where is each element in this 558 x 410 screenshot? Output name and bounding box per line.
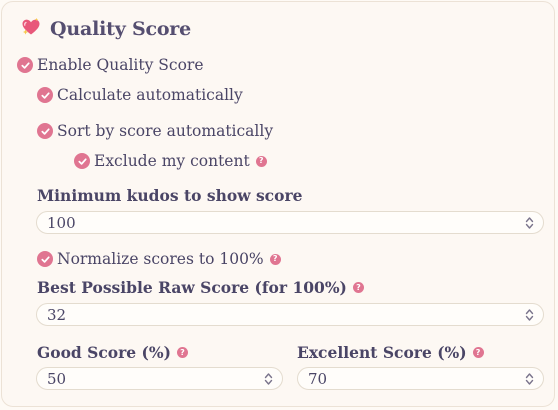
checkmark-icon: [37, 251, 53, 267]
help-icon[interactable]: ?: [269, 253, 281, 265]
best-raw-score-input[interactable]: 32: [36, 303, 544, 326]
section-header: Quality Score: [21, 16, 191, 42]
good-score-label: Good Score (%) ?: [37, 343, 188, 362]
sort-by-score-label: Sort by score automatically: [57, 122, 274, 140]
min-kudos-input[interactable]: 100: [36, 211, 544, 234]
excellent-score-value: 70: [308, 369, 328, 388]
min-kudos-label: Minimum kudos to show score: [37, 186, 302, 205]
help-icon[interactable]: ?: [255, 155, 267, 167]
good-score-input[interactable]: 50: [36, 367, 283, 390]
excellent-score-label: Excellent Score (%) ?: [297, 343, 484, 362]
sort-by-score-checkbox[interactable]: Sort by score automatically: [37, 122, 273, 140]
spinner-arrows-icon[interactable]: [525, 216, 534, 230]
min-kudos-value: 100: [47, 213, 76, 232]
section-title: Quality Score: [50, 18, 192, 40]
excellent-score-input[interactable]: 70: [297, 367, 544, 390]
exclude-my-content-checkbox[interactable]: Exclude my content ?: [74, 152, 267, 170]
good-score-label-text: Good Score (%): [37, 343, 171, 362]
quality-score-panel: Quality Score Enable Quality Score Calcu…: [1, 1, 555, 407]
checkmark-icon: [17, 57, 33, 73]
enable-quality-score-checkbox[interactable]: Enable Quality Score: [17, 56, 204, 74]
spinner-arrows-icon[interactable]: [525, 308, 534, 322]
best-raw-score-label-text: Best Possible Raw Score (for 100%): [37, 278, 347, 297]
best-raw-score-label: Best Possible Raw Score (for 100%) ?: [37, 278, 364, 297]
help-icon[interactable]: ?: [472, 347, 484, 358]
checkmark-icon: [74, 153, 90, 169]
good-score-value: 50: [47, 369, 67, 388]
min-kudos-label-text: Minimum kudos to show score: [37, 186, 303, 205]
checkmark-icon: [37, 87, 53, 103]
calculate-automatically-checkbox[interactable]: Calculate automatically: [37, 86, 243, 104]
checkmark-icon: [37, 123, 53, 139]
normalize-scores-label: Normalize scores to 100%: [57, 250, 264, 268]
exclude-my-content-label: Exclude my content: [94, 152, 250, 170]
normalize-scores-checkbox[interactable]: Normalize scores to 100% ?: [37, 250, 281, 268]
spinner-arrows-icon[interactable]: [525, 372, 534, 386]
enable-quality-score-label: Enable Quality Score: [37, 56, 204, 74]
heart-sparkle-icon: [21, 17, 41, 41]
calculate-automatically-label: Calculate automatically: [57, 86, 243, 104]
excellent-score-label-text: Excellent Score (%): [297, 343, 467, 362]
spinner-arrows-icon[interactable]: [264, 372, 273, 386]
help-icon[interactable]: ?: [176, 347, 188, 358]
best-raw-score-value: 32: [47, 305, 67, 324]
help-icon[interactable]: ?: [352, 282, 364, 293]
